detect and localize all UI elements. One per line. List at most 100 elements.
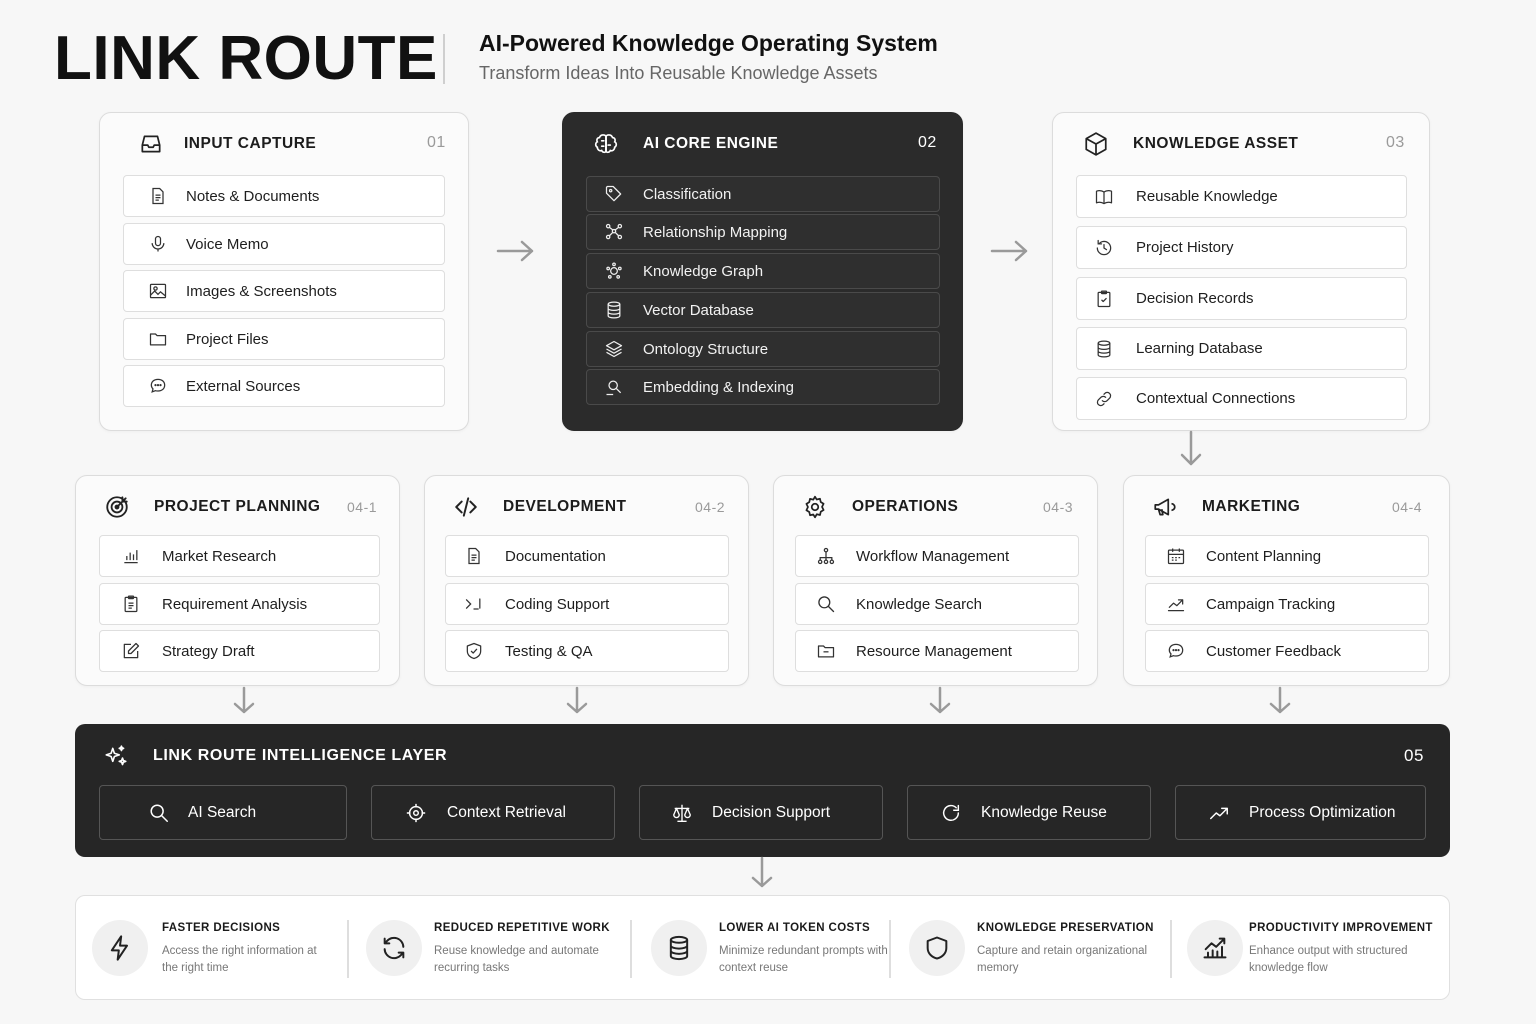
asset-item-contextual[interactable]: Contextual Connections xyxy=(1076,377,1407,420)
refresh-icon xyxy=(366,920,422,976)
operations-card: OPERATIONS 04-3 Workflow Management Know… xyxy=(773,475,1098,686)
asset-item-label: Contextual Connections xyxy=(1136,390,1296,407)
marketing-item-content[interactable]: Content Planning xyxy=(1145,535,1429,577)
asset-item-decision[interactable]: Decision Records xyxy=(1076,277,1407,320)
nodes-icon xyxy=(604,222,624,242)
core-item-classification[interactable]: Classification xyxy=(586,176,940,212)
benefit-title: PRODUCTIVITY IMPROVEMENT xyxy=(1249,922,1433,934)
crosshair-icon xyxy=(405,802,427,824)
core-item-label: Knowledge Graph xyxy=(643,262,764,280)
domain-item-label: Requirement Analysis xyxy=(162,595,308,613)
lightning-icon xyxy=(92,920,148,976)
org-chart-icon xyxy=(816,546,836,566)
core-item-relationship[interactable]: Relationship Mapping xyxy=(586,214,940,250)
document-icon xyxy=(464,546,484,566)
asset-item-reusable[interactable]: Reusable Knowledge xyxy=(1076,175,1407,218)
layers-icon xyxy=(604,339,624,359)
layer-item-label: Decision Support xyxy=(712,803,831,821)
planning-item-market[interactable]: Market Research xyxy=(99,535,380,577)
decision-support-button[interactable]: Decision Support xyxy=(639,785,883,840)
core-item-vector[interactable]: Vector Database xyxy=(586,292,940,328)
chat-icon xyxy=(1166,641,1186,661)
book-icon xyxy=(1094,187,1114,207)
domain-number: 04-2 xyxy=(695,499,726,515)
marketing-item-feedback[interactable]: Customer Feedback xyxy=(1145,630,1429,672)
terminal-icon xyxy=(464,594,484,614)
graph-icon xyxy=(604,261,624,281)
domain-item-label: Resource Management xyxy=(856,642,1012,660)
operations-item-search[interactable]: Knowledge Search xyxy=(795,583,1079,625)
flow-arrow-down xyxy=(564,686,590,716)
trend-icon xyxy=(1208,802,1230,824)
ai-core-engine-title: AI CORE ENGINE xyxy=(643,135,779,152)
operations-item-workflow[interactable]: Workflow Management xyxy=(795,535,1079,577)
image-icon xyxy=(148,281,168,301)
edit-icon xyxy=(121,641,141,661)
asset-item-label: Decision Records xyxy=(1136,290,1254,307)
benefit-divider xyxy=(347,920,349,978)
planning-item-strategy[interactable]: Strategy Draft xyxy=(99,630,380,672)
input-item-label: Notes & Documents xyxy=(186,187,320,205)
domain-item-label: Customer Feedback xyxy=(1206,642,1342,660)
core-item-label: Vector Database xyxy=(643,301,754,319)
benefit-title: REDUCED REPETITIVE WORK xyxy=(434,922,610,934)
folder-icon xyxy=(148,329,168,349)
scan-icon xyxy=(604,377,624,397)
input-item-notes[interactable]: Notes & Documents xyxy=(123,175,445,217)
planning-item-requirement[interactable]: Requirement Analysis xyxy=(99,583,380,625)
core-item-label: Relationship Mapping xyxy=(643,223,788,241)
input-item-files[interactable]: Project Files xyxy=(123,318,445,360)
input-item-images[interactable]: Images & Screenshots xyxy=(123,270,445,312)
core-item-label: Embedding & Indexing xyxy=(643,378,794,396)
ai-search-button[interactable]: AI Search xyxy=(99,785,347,840)
layer-item-label: Process Optimization xyxy=(1249,803,1396,821)
asset-item-learning[interactable]: Learning Database xyxy=(1076,327,1407,370)
brain-icon xyxy=(593,131,619,157)
process-optimization-button[interactable]: Process Optimization xyxy=(1175,785,1426,840)
asset-item-history[interactable]: Project History xyxy=(1076,226,1407,269)
input-capture-number: 01 xyxy=(427,134,446,151)
benefit-title: LOWER AI TOKEN COSTS xyxy=(719,922,871,934)
cube-icon xyxy=(1083,131,1109,157)
inbox-icon xyxy=(138,131,164,157)
domain-item-label: Strategy Draft xyxy=(162,642,255,660)
ai-core-engine-card: AI CORE ENGINE 02 Classification Relatio… xyxy=(562,112,963,431)
input-capture-card: INPUT CAPTURE 01 Notes & Documents Voice… xyxy=(99,112,469,431)
benefit-description: Minimize redundant prompts with context … xyxy=(719,945,888,974)
operations-item-resource[interactable]: Resource Management xyxy=(795,630,1079,672)
megaphone-icon xyxy=(1152,494,1178,520)
core-item-ontology[interactable]: Ontology Structure xyxy=(586,331,940,367)
layer-item-label: Context Retrieval xyxy=(447,803,566,821)
domain-item-label: Content Planning xyxy=(1206,547,1322,565)
benefit-description: Enhance output with structured knowledge… xyxy=(1249,945,1408,974)
input-item-voice[interactable]: Voice Memo xyxy=(123,223,445,265)
development-item-docs[interactable]: Documentation xyxy=(445,535,729,577)
search-icon xyxy=(148,802,170,824)
domain-title: OPERATIONS xyxy=(852,498,959,515)
domain-number: 04-1 xyxy=(347,499,378,515)
knowledge-asset-card: KNOWLEDGE ASSET 03 Reusable Knowledge Pr… xyxy=(1052,112,1430,431)
chat-icon xyxy=(148,376,168,396)
trend-icon xyxy=(1166,594,1186,614)
intelligence-layer-title: LINK ROUTE INTELLIGENCE LAYER xyxy=(153,747,448,764)
context-retrieval-button[interactable]: Context Retrieval xyxy=(371,785,615,840)
development-item-testing[interactable]: Testing & QA xyxy=(445,630,729,672)
gear-icon xyxy=(802,494,828,520)
marketing-card: MARKETING 04-4 Content Planning Campaign… xyxy=(1123,475,1450,686)
domain-number: 04-4 xyxy=(1392,499,1423,515)
input-item-label: Voice Memo xyxy=(186,235,269,253)
input-item-external[interactable]: External Sources xyxy=(123,365,445,407)
core-item-embedding[interactable]: Embedding & Indexing xyxy=(586,369,940,405)
code-icon xyxy=(453,494,479,520)
benefit-title: KNOWLEDGE PRESERVATION xyxy=(977,922,1154,934)
domain-item-label: Market Research xyxy=(162,547,277,565)
core-item-graph[interactable]: Knowledge Graph xyxy=(586,253,940,289)
development-item-coding[interactable]: Coding Support xyxy=(445,583,729,625)
flow-arrow-down xyxy=(1267,686,1293,716)
domain-number: 04-3 xyxy=(1043,499,1074,515)
ai-core-engine-number: 02 xyxy=(918,134,937,151)
clipboard-check-icon xyxy=(1094,289,1114,309)
knowledge-reuse-button[interactable]: Knowledge Reuse xyxy=(907,785,1151,840)
asset-item-label: Learning Database xyxy=(1136,340,1263,357)
marketing-item-campaign[interactable]: Campaign Tracking xyxy=(1145,583,1429,625)
